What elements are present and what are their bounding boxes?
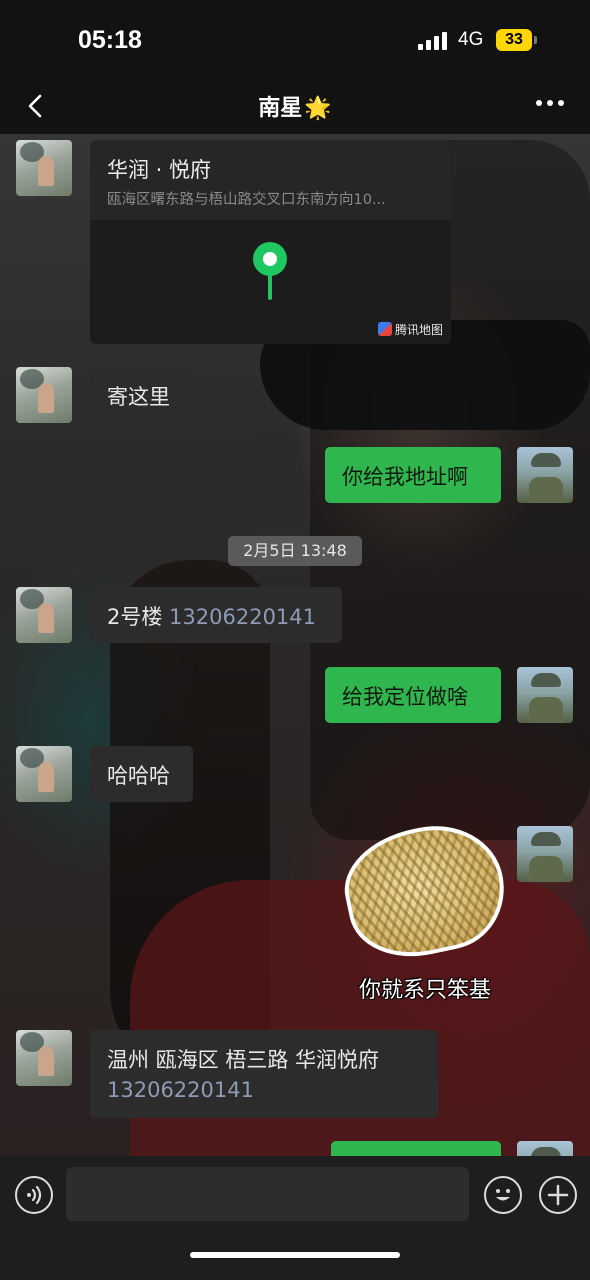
location-card[interactable]: 华润 · 悦府 瓯海区曙东路与梧山路交叉口东南方向10... 腾讯地图: [90, 140, 451, 344]
contact-avatar[interactable]: [16, 1030, 72, 1086]
ellipsis-icon: [536, 100, 542, 106]
message-text: 给我定位做啥: [342, 685, 468, 709]
outgoing-message[interactable]: 你给我地址啊: [325, 447, 501, 503]
message-text: 哈哈哈: [107, 764, 170, 788]
map-preview: 腾讯地图: [90, 220, 451, 344]
contact-avatar[interactable]: [16, 367, 72, 423]
emoji-icon: [496, 1189, 510, 1201]
star-emoji: 🌟: [304, 96, 332, 121]
battery-tip: [534, 36, 537, 44]
cellular-signal-icon: [418, 32, 448, 50]
my-avatar[interactable]: [517, 447, 573, 503]
contact-name: 南星: [258, 96, 303, 121]
battery-icon: 33: [496, 29, 532, 51]
message-text: 你给我地址啊: [342, 465, 468, 489]
home-indicator[interactable]: [190, 1252, 400, 1258]
incoming-message[interactable]: 温州 瓯海区 梧三路 华润悦府 13206220141: [90, 1030, 438, 1118]
input-bar: [0, 1156, 590, 1280]
incoming-message[interactable]: 2号楼 13206220141: [90, 587, 342, 643]
outgoing-message[interactable]: [331, 1141, 501, 1156]
contact-avatar[interactable]: [16, 746, 72, 802]
message-input[interactable]: [66, 1167, 469, 1221]
sticker-message[interactable]: 你就系只笨基: [334, 812, 516, 1004]
contact-avatar[interactable]: [16, 587, 72, 643]
voice-icon: [27, 1185, 42, 1205]
map-provider: 腾讯地图: [377, 321, 443, 338]
my-avatar[interactable]: [517, 1141, 573, 1156]
more-options-button[interactable]: [536, 100, 564, 108]
status-time: 05:18: [78, 26, 142, 54]
message-text: 2号楼: [107, 605, 170, 629]
contact-avatar[interactable]: [16, 140, 72, 196]
phone-number-link[interactable]: 13206220141: [169, 605, 316, 629]
incoming-message[interactable]: 寄这里: [90, 367, 193, 423]
bamboo-basket-sticker-image: [334, 812, 516, 970]
plus-icon: [547, 1184, 569, 1206]
location-name: 华润 · 悦府: [107, 158, 212, 182]
chat-title: 南星🌟: [0, 90, 590, 122]
my-avatar[interactable]: [517, 667, 573, 723]
message-timestamp: 2月5日 13:48: [228, 536, 362, 566]
voice-button[interactable]: [15, 1176, 53, 1214]
message-text: 寄这里: [107, 385, 170, 409]
phone-number-link[interactable]: 13206220141: [107, 1075, 421, 1105]
tencent-map-logo-icon: [377, 322, 392, 336]
more-functions-button[interactable]: [539, 1176, 577, 1214]
network-type: 4G: [458, 29, 484, 50]
chat-header: 南星🌟: [0, 80, 590, 134]
location-address: 瓯海区曙东路与梧山路交叉口东南方向10...: [107, 192, 386, 208]
emoji-button[interactable]: [484, 1176, 522, 1214]
outgoing-message[interactable]: 给我定位做啥: [325, 667, 501, 723]
message-text: 温州 瓯海区 梧三路 华润悦府: [107, 1048, 380, 1072]
my-avatar[interactable]: [517, 826, 573, 882]
sticker-caption: 你就系只笨基: [358, 978, 491, 1003]
incoming-message[interactable]: 哈哈哈: [90, 746, 193, 802]
status-bar: 05:18 4G 33: [0, 0, 590, 80]
message-list[interactable]: 华润 · 悦府 瓯海区曙东路与梧山路交叉口东南方向10... 腾讯地图 寄这里 …: [0, 134, 590, 1156]
